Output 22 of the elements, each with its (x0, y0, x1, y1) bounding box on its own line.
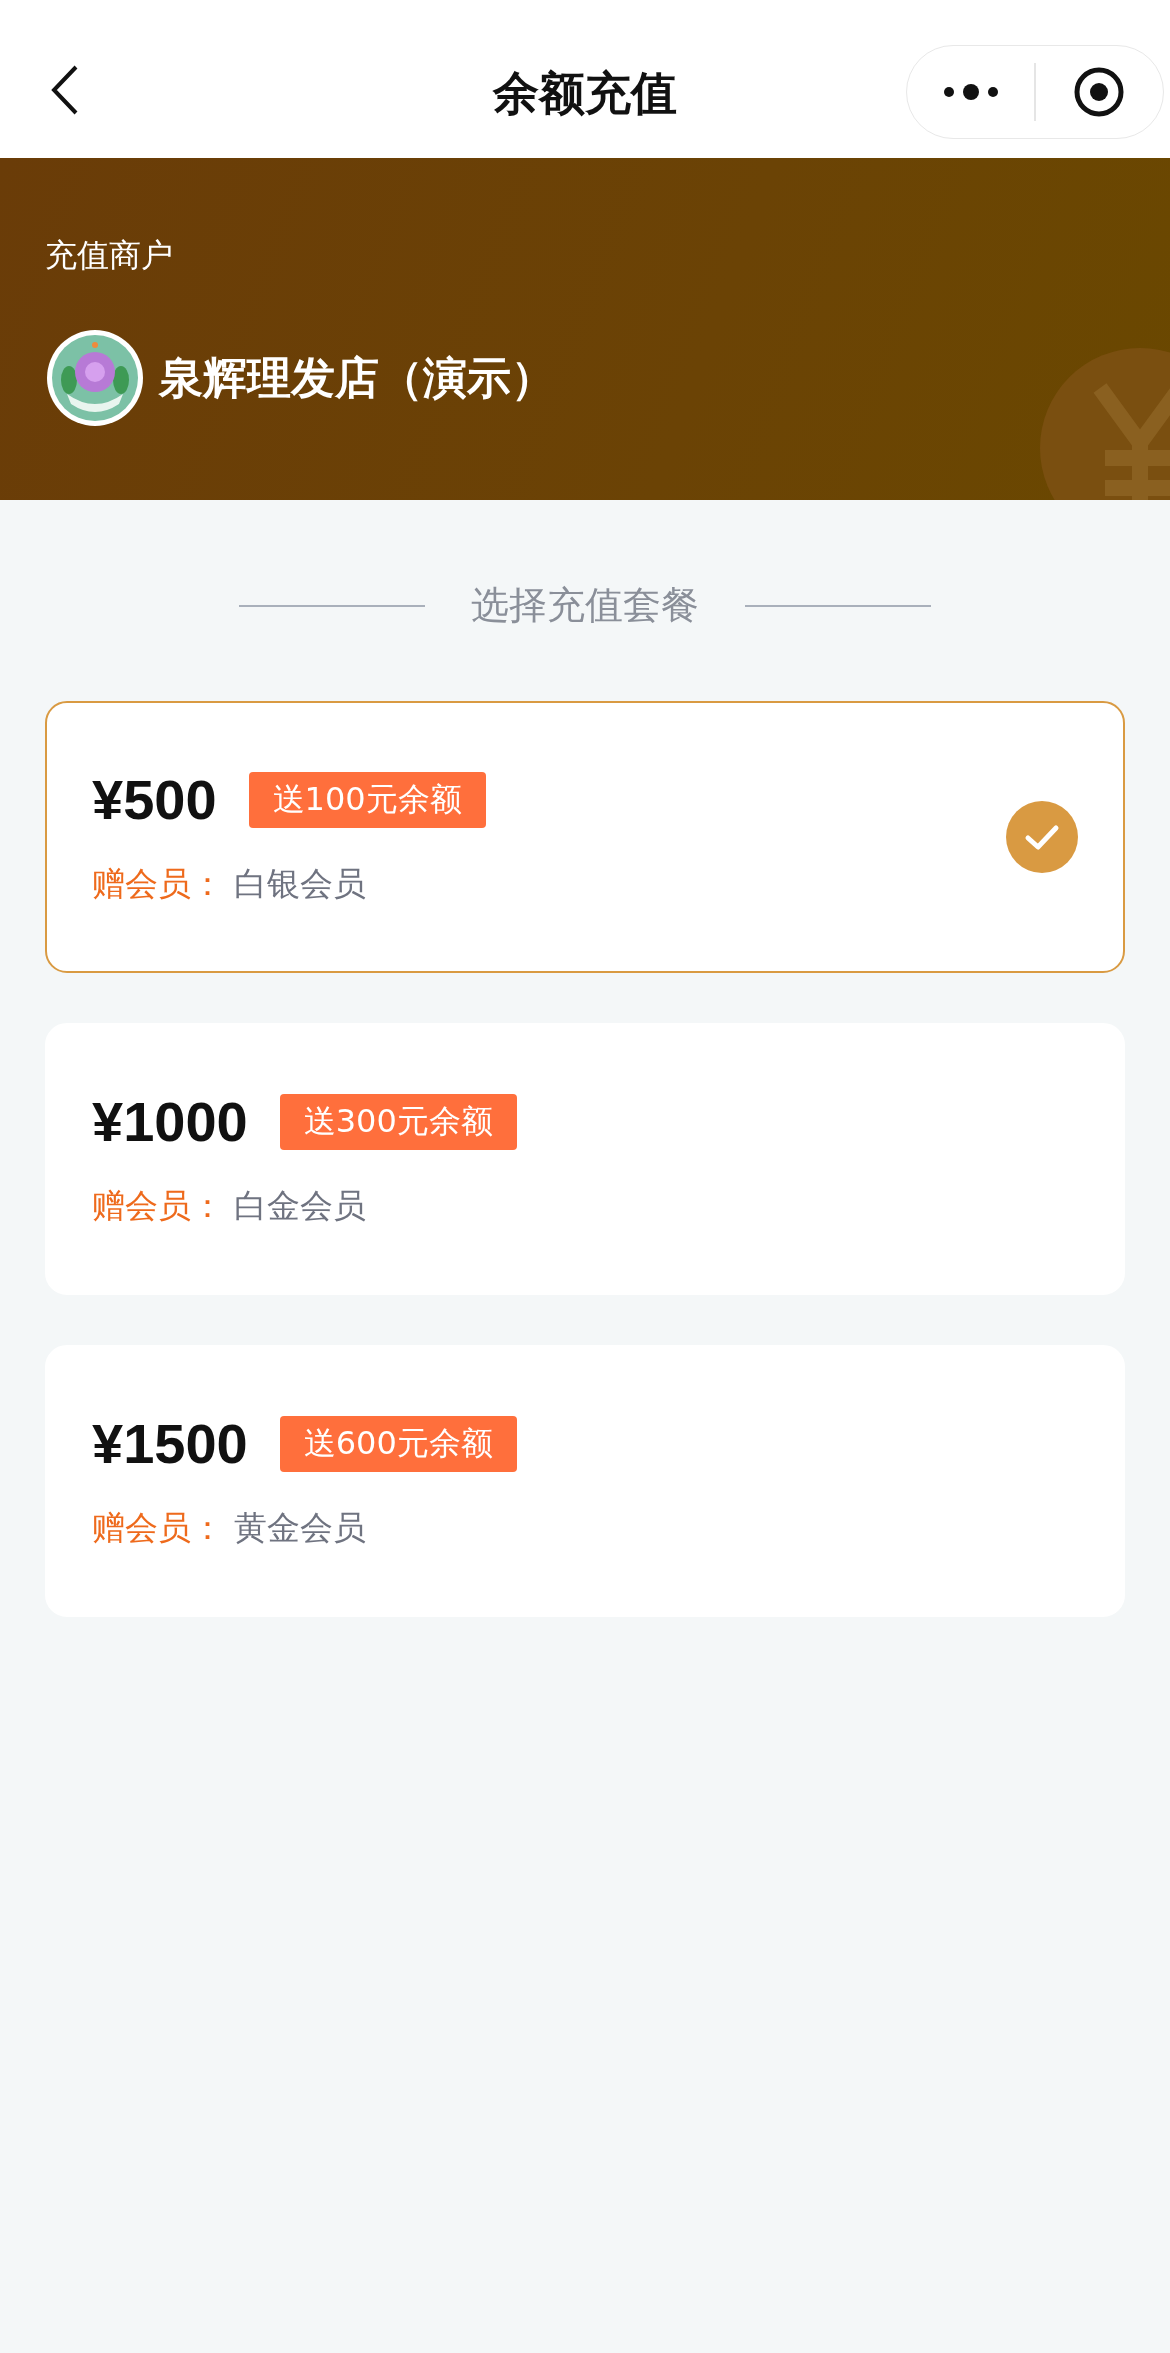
gift-membership: 黄金会员 (234, 1507, 366, 1549)
gift-membership: 白银会员 (234, 863, 366, 905)
package-price: ¥1500 (92, 1411, 248, 1476)
gift-label: 赠会员： (92, 1185, 224, 1227)
bonus-tag: 送600元余额 (279, 1415, 517, 1472)
gift-membership: 白金会员 (234, 1185, 366, 1227)
package-card[interactable]: ¥1500 送600元余额 赠会员： 黄金会员 (45, 1345, 1125, 1617)
package-card[interactable]: ¥1000 送300元余额 赠会员： 白金会员 (45, 1023, 1125, 1295)
package-price: ¥1000 (92, 1089, 248, 1154)
section-title: 选择充值套餐 (471, 582, 699, 629)
bonus-tag: 送300元余额 (279, 1093, 517, 1150)
shop-logo-icon (45, 328, 145, 428)
bonus-tag: 送100元余额 (248, 771, 486, 828)
package-price: ¥500 (92, 767, 217, 832)
merchant-name: 泉辉理发店（演示） (159, 350, 555, 405)
merchant-label: 充值商户 (45, 235, 174, 276)
target-icon (1073, 66, 1126, 118)
page-title: 余额充值 (493, 65, 677, 122)
gift-label: 赠会员： (92, 1507, 224, 1549)
gift-label: 赠会员： (92, 863, 224, 905)
back-icon (50, 64, 80, 116)
package-card[interactable]: ¥500 送100元余额 赠会员： 白银会员 (45, 701, 1125, 973)
